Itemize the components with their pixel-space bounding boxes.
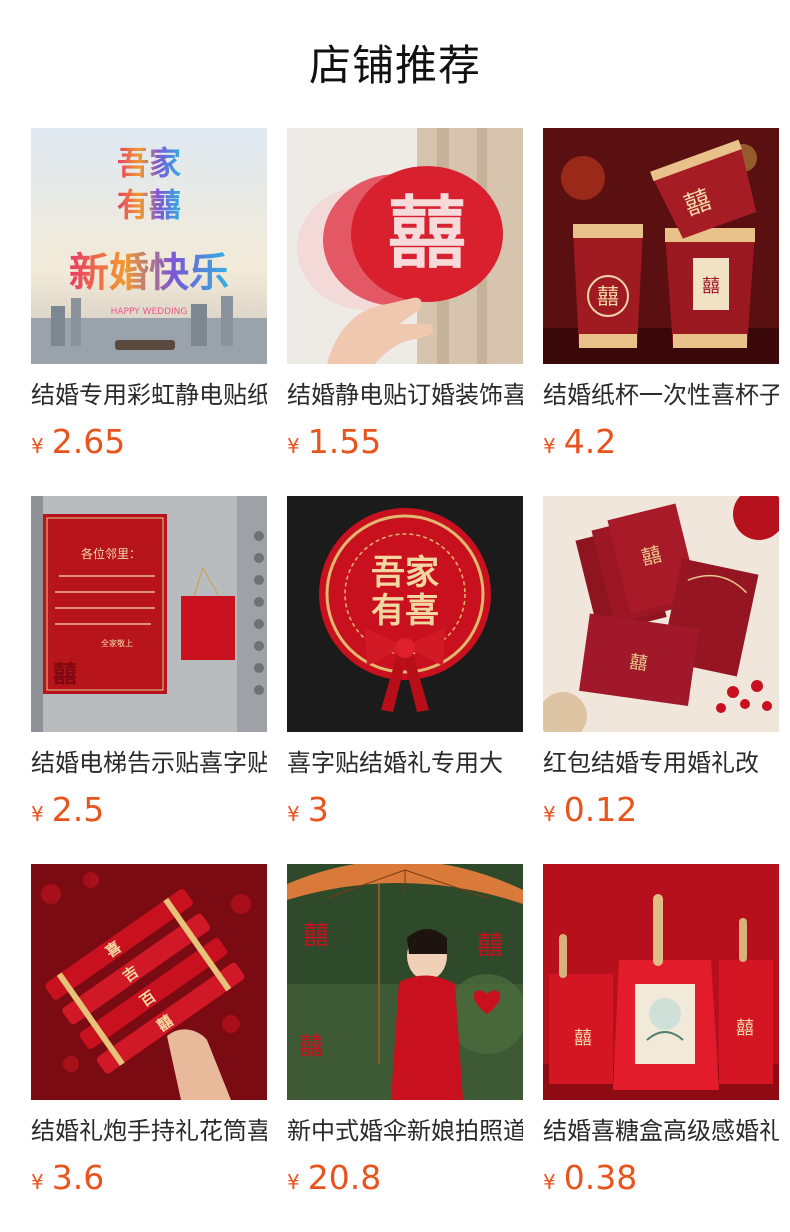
product-price: ¥2.65 xyxy=(31,420,267,464)
happiness-glyph: 囍 xyxy=(53,660,77,688)
price-value: 2.5 xyxy=(51,790,105,829)
currency-symbol: ¥ xyxy=(31,1170,44,1194)
product-name[interactable]: 新中式婚伞新娘拍照道 xyxy=(287,1114,523,1148)
product-name[interactable]: 喜字贴结婚礼专用大 xyxy=(287,746,523,780)
sticker-text: 吾家 xyxy=(117,144,181,182)
happiness-glyph: 囍 xyxy=(303,921,329,951)
product-name[interactable]: 结婚纸杯一次性喜杯子 xyxy=(543,378,779,412)
sticker-text: 有囍 xyxy=(117,186,181,224)
happiness-glyph: 囍 xyxy=(628,652,649,675)
confetti-cannons-photo: 喜 吉 百 囍 xyxy=(31,864,267,1100)
elevator-notice-photo: 各位邻里： 全家敬上 囍 xyxy=(31,496,267,732)
currency-symbol: ¥ xyxy=(287,434,300,458)
currency-symbol: ¥ xyxy=(31,802,44,826)
price-value: 4.2 xyxy=(563,422,617,461)
happiness-glyph: 囍 xyxy=(299,1032,323,1060)
price-value: 3.6 xyxy=(51,1158,105,1197)
product-image[interactable]: 囍 囍 囍 xyxy=(287,864,523,1100)
sticker-subtext: HAPPY WEDDING xyxy=(111,307,188,317)
product-image[interactable]: 吾家 有喜 xyxy=(287,496,523,732)
currency-symbol: ¥ xyxy=(287,1170,300,1194)
product-card[interactable]: 囍 囍 囍 结婚纸杯一次性喜杯子 ¥4.2 xyxy=(543,128,779,464)
product-image[interactable]: 吾家 有囍 新婚快乐 HAPPY WEDDING xyxy=(31,128,267,364)
happiness-glyph: 囍 xyxy=(702,276,720,297)
product-price: ¥3 xyxy=(287,788,523,832)
price-value: 0.12 xyxy=(563,790,638,829)
product-image[interactable]: 囍 xyxy=(287,128,523,364)
product-name[interactable]: 结婚专用彩虹静电贴纸 xyxy=(31,378,267,412)
currency-symbol: ¥ xyxy=(31,434,44,458)
price-value: 3 xyxy=(307,790,329,829)
product-image[interactable]: 各位邻里： 全家敬上 囍 xyxy=(31,496,267,732)
product-card[interactable]: 各位邻里： 全家敬上 囍 结婚电梯告示贴喜字贴 ¥2.5 xyxy=(31,496,267,832)
happiness-glyph: 囍 xyxy=(477,931,503,961)
happiness-glyph: 囍 xyxy=(736,1018,754,1039)
product-card[interactable]: 喜 吉 百 囍 结婚礼炮手持礼花筒喜 ¥3.6 xyxy=(31,864,267,1200)
product-grid: 吾家 有囍 新婚快乐 HAPPY WEDDING 结婚专用彩虹静电贴纸 ¥2.6… xyxy=(31,128,779,1200)
product-name[interactable]: 红包结婚专用婚礼改 xyxy=(543,746,779,780)
product-name[interactable]: 结婚静电贴订婚装饰喜字 xyxy=(287,378,523,412)
double-happiness-stickers-photo: 囍 xyxy=(287,128,523,364)
product-image[interactable]: 囍 囍 xyxy=(543,496,779,732)
happiness-glyph: 囍 xyxy=(597,285,619,310)
sticker-text: 吾家 xyxy=(371,553,439,593)
product-card[interactable]: 吾家 有囍 新婚快乐 HAPPY WEDDING 结婚专用彩虹静电贴纸 ¥2.6… xyxy=(31,128,267,464)
currency-symbol: ¥ xyxy=(543,1170,556,1194)
price-value: 2.65 xyxy=(51,422,126,461)
product-image[interactable]: 喜 吉 百 囍 xyxy=(31,864,267,1100)
currency-symbol: ¥ xyxy=(543,434,556,458)
currency-symbol: ¥ xyxy=(543,802,556,826)
red-envelopes-photo: 囍 囍 xyxy=(543,496,779,732)
product-card[interactable]: 囍 囍 结婚喜糖盒高级感婚礼 ¥0.38 xyxy=(543,864,779,1200)
product-price: ¥4.2 xyxy=(543,420,779,464)
price-value: 1.55 xyxy=(307,422,382,461)
product-card[interactable]: 囍 结婚静电贴订婚装饰喜字 ¥1.55 xyxy=(287,128,523,464)
product-price: ¥3.6 xyxy=(31,1156,267,1200)
product-image[interactable]: 囍 囍 xyxy=(543,864,779,1100)
product-price: ¥0.38 xyxy=(543,1156,779,1200)
sticker-text: 有喜 xyxy=(371,591,439,631)
product-name[interactable]: 结婚礼炮手持礼花筒喜 xyxy=(31,1114,267,1148)
product-price: ¥2.5 xyxy=(31,788,267,832)
product-card[interactable]: 囍 囍 囍 新中式婚伞新娘拍照道 ¥20.8 xyxy=(287,864,523,1200)
door-happiness-sticker-photo: 吾家 有喜 xyxy=(287,496,523,732)
product-price: ¥0.12 xyxy=(543,788,779,832)
product-price: ¥20.8 xyxy=(287,1156,523,1200)
sticker-text: 新婚快乐 xyxy=(69,250,229,296)
happiness-glyph: 囍 xyxy=(574,1028,592,1049)
rainbow-sticker-photo: 吾家 有囍 新婚快乐 HAPPY WEDDING xyxy=(31,128,267,364)
happiness-glyph: 囍 xyxy=(388,189,466,279)
section-title: 店铺推荐 xyxy=(308,41,481,90)
bride-umbrella-photo: 囍 囍 囍 xyxy=(287,864,523,1100)
product-image[interactable]: 囍 囍 囍 xyxy=(543,128,779,364)
notice-heading: 各位邻里： xyxy=(81,546,141,561)
product-name[interactable]: 结婚喜糖盒高级感婚礼 xyxy=(543,1114,779,1148)
price-value: 0.38 xyxy=(563,1158,638,1197)
product-card[interactable]: 囍 囍 红包结婚专用婚礼改 ¥0.12 xyxy=(543,496,779,832)
product-price: ¥1.55 xyxy=(287,420,523,464)
candy-boxes-photo: 囍 囍 xyxy=(543,864,779,1100)
product-card[interactable]: 吾家 有喜 喜字贴结婚礼专用大 ¥3 xyxy=(287,496,523,832)
price-value: 20.8 xyxy=(307,1158,382,1197)
notice-signature: 全家敬上 xyxy=(101,638,133,648)
currency-symbol: ¥ xyxy=(287,802,300,826)
wedding-paper-cups-photo: 囍 囍 囍 xyxy=(543,128,779,364)
product-name[interactable]: 结婚电梯告示贴喜字贴 xyxy=(31,746,267,780)
